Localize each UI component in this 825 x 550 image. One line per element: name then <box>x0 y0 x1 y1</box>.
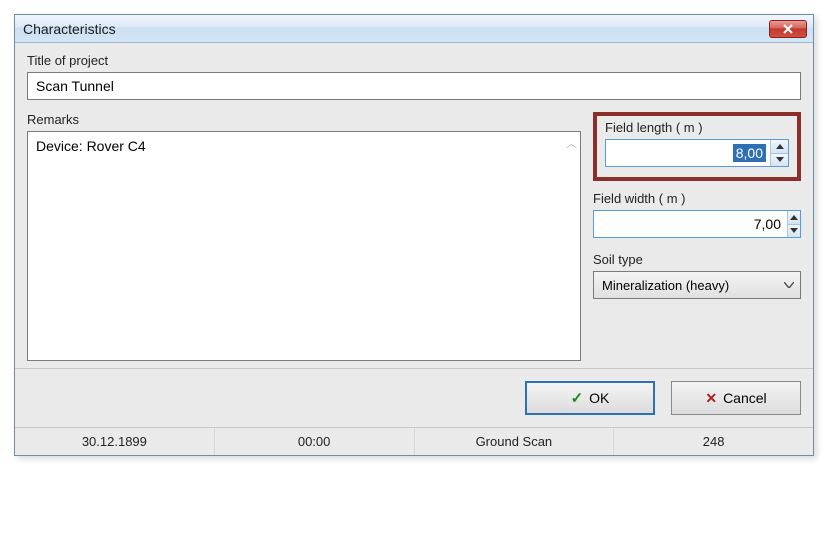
chevron-up-icon <box>790 215 798 220</box>
remarks-label: Remarks <box>27 112 581 127</box>
status-mode: Ground Scan <box>415 428 615 455</box>
field-length-spinner[interactable]: 8,00 <box>605 139 789 167</box>
check-icon: ✓ <box>571 389 584 407</box>
ok-button[interactable]: ✓ OK <box>525 381 655 415</box>
dialog-title: Characteristics <box>23 21 769 37</box>
chevron-down-icon <box>784 282 794 288</box>
field-length-label: Field length ( m ) <box>605 120 789 135</box>
status-time: 00:00 <box>215 428 415 455</box>
field-width-input[interactable] <box>594 211 787 237</box>
statusbar: 30.12.1899 00:00 Ground Scan 248 <box>15 427 813 455</box>
titlebar[interactable]: Characteristics <box>15 15 813 43</box>
chevron-up-icon <box>776 144 784 149</box>
title-of-project-input[interactable] <box>27 72 801 100</box>
x-icon: ✕ <box>705 390 717 407</box>
chevron-down-icon <box>776 157 784 162</box>
ok-button-label: OK <box>589 390 609 406</box>
soil-type-label: Soil type <box>593 252 801 267</box>
title-of-project-label: Title of project <box>27 53 801 68</box>
soil-type-select[interactable]: Mineralization (heavy) <box>593 271 801 299</box>
field-length-up-button[interactable] <box>771 140 788 154</box>
field-width-down-button[interactable] <box>788 225 800 238</box>
field-width-spinner[interactable] <box>593 210 801 238</box>
close-icon <box>782 24 794 34</box>
cancel-button[interactable]: ✕ Cancel <box>671 381 801 415</box>
field-width-label: Field width ( m ) <box>593 191 801 206</box>
cancel-button-label: Cancel <box>723 390 767 406</box>
close-button[interactable] <box>769 20 807 38</box>
button-row: ✓ OK ✕ Cancel <box>15 368 813 427</box>
field-length-highlight: Field length ( m ) 8,00 <box>593 112 801 181</box>
field-length-value: 8,00 <box>733 144 766 162</box>
dialog-body: Title of project Remarks ︿ Field length … <box>15 43 813 368</box>
field-length-down-button[interactable] <box>771 154 788 167</box>
characteristics-dialog: Characteristics Title of project Remarks… <box>14 14 814 456</box>
chevron-down-icon <box>790 228 798 233</box>
field-width-up-button[interactable] <box>788 211 800 225</box>
status-count: 248 <box>614 428 813 455</box>
soil-type-value: Mineralization (heavy) <box>602 278 784 293</box>
field-length-input[interactable]: 8,00 <box>606 140 770 166</box>
status-date: 30.12.1899 <box>15 428 215 455</box>
remarks-textarea[interactable] <box>27 131 581 361</box>
